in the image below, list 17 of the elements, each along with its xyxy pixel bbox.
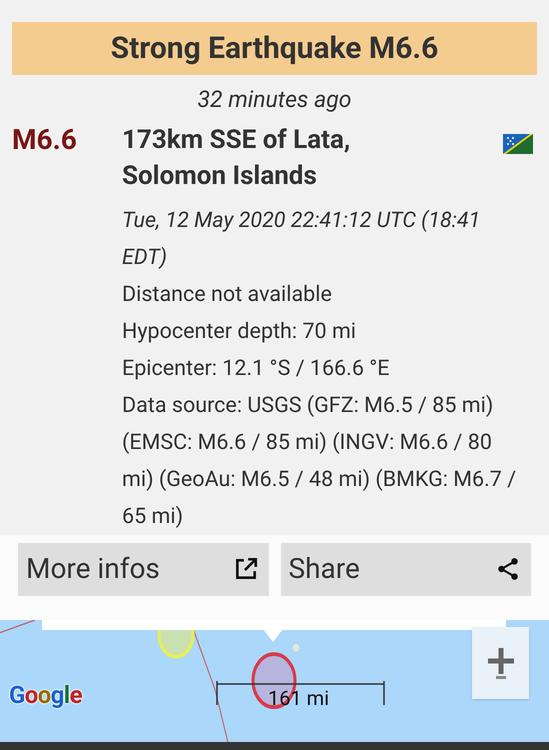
more-infos-button[interactable]: More infos (18, 542, 268, 596)
time-ago: 32 minutes ago (196, 85, 352, 115)
zoom-control[interactable] (472, 626, 529, 698)
zoom-in-icon (486, 646, 516, 676)
location-title: 173km SSE of Lata, Solomon Islands (122, 124, 352, 192)
detail-text: Hypocenter depth: 70 mi (122, 318, 358, 346)
detail-text: Epicenter: 12.1 °S / 166.6 °E (122, 354, 390, 382)
date-time: Tue, 12 May 2020 22:41:12 UTC (18:41 EDT) (122, 206, 482, 272)
detail-text: Distance not available (122, 280, 333, 308)
zoom-out-icon (496, 676, 506, 680)
pointer-icon (263, 628, 283, 642)
share-button[interactable]: Share (280, 542, 531, 596)
attribution: Google (9, 680, 82, 710)
magnitude: M6.6 (12, 122, 78, 158)
detail-text: Data source: USGS (GFZ: M6.5 / 85 mi) (EMSC: M6.6 / 85 mi) (INGV: M6.6 / 80 mi) (GeoAu: M6.5 / 48 mi) (BMKG: M6.7 / 65 mi) (122, 392, 518, 530)
title-banner: Strong Earthquake M6.6 (12, 22, 537, 75)
flag-icon (503, 134, 533, 154)
